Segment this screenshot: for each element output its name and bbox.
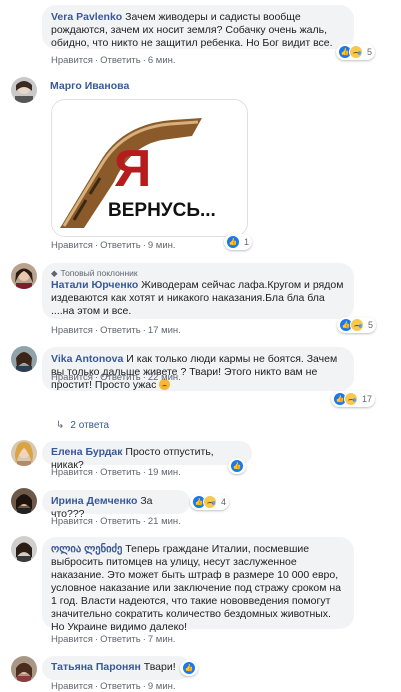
like-reaction-icon: 👍: [226, 235, 240, 249]
reply-link[interactable]: Ответить: [100, 634, 141, 645]
sad-reaction-icon: [350, 318, 364, 332]
reaction-summary[interactable]: 👍: [180, 660, 198, 676]
image-letter: Я: [114, 140, 151, 198]
comment-time[interactable]: 6 мин.: [148, 55, 176, 66]
comment-actions: Нравится · Ответить · 21 мин.: [51, 516, 181, 527]
sad-reaction-icon: [344, 392, 358, 406]
like-link[interactable]: Нравится: [51, 325, 93, 336]
comment-author[interactable]: Марго Иванова: [50, 80, 129, 92]
comment-time[interactable]: 22 мин.: [148, 372, 181, 383]
comment-author[interactable]: Елена Бурдак: [51, 446, 123, 458]
reaction-summary[interactable]: 👍 5: [336, 44, 376, 60]
reaction-summary[interactable]: 👍 4: [190, 494, 230, 510]
comment-bubble: Vera Pavlenko Зачем живодеры и садисты в…: [42, 5, 354, 49]
reaction-count: 17: [362, 394, 373, 404]
comment-bubble: Ирина Демченко За что???: [42, 490, 190, 520]
comment-time[interactable]: 9 мин.: [148, 240, 176, 251]
reaction-summary[interactable]: 👍 17: [331, 391, 376, 407]
avatar[interactable]: [11, 536, 37, 562]
image-caption: ВЕРНУСЬ...: [108, 200, 216, 221]
comment-author-wrap: Марго Иванова: [42, 78, 152, 100]
like-reaction-icon: 👍: [182, 661, 196, 675]
comment-text-line2: Но Украине видимо далеко!: [51, 621, 188, 633]
reaction-summary[interactable]: 👍: [228, 458, 246, 474]
like-link[interactable]: Нравится: [51, 634, 93, 645]
like-link[interactable]: Нравится: [51, 240, 93, 251]
comment-author[interactable]: Татьяна Паронян: [51, 661, 141, 673]
reply-arrow-icon: ↳: [56, 420, 65, 431]
comment-bubble: ოლია ლენიძე Теперь граждане Италии, посм…: [42, 537, 354, 633]
comment-time[interactable]: 19 мин.: [148, 467, 181, 478]
avatar[interactable]: [11, 656, 37, 682]
comment-bubble: Елена Бурдак Просто отпустить, никак?: [42, 441, 252, 471]
sad-reaction-icon: [349, 45, 363, 59]
reaction-summary[interactable]: 👍 1: [224, 234, 253, 250]
comment-time[interactable]: 21 мин.: [148, 516, 181, 527]
comment-author[interactable]: ოლია ლენიძე: [51, 543, 122, 555]
comment-text: Твари!: [143, 661, 176, 673]
like-reaction-icon: 👍: [230, 459, 244, 473]
avatar[interactable]: [11, 488, 37, 514]
comment-bubble: Татьяна Паронян Твари!: [42, 656, 190, 680]
comment-author[interactable]: Vika Antonova: [51, 353, 123, 365]
reaction-summary[interactable]: 👍 5: [337, 317, 377, 333]
like-link[interactable]: Нравится: [51, 372, 93, 383]
comment-time[interactable]: 9 мин.: [148, 681, 176, 692]
comment-actions: Нравится · Ответить · 19 мин.: [51, 467, 181, 478]
comment-bubble: ◆ Топовый поклонник Натали Юрченко Живоде…: [42, 263, 354, 319]
reply-link[interactable]: Ответить: [100, 325, 141, 336]
reply-link[interactable]: Ответить: [100, 55, 141, 66]
like-link[interactable]: Нравится: [51, 55, 93, 66]
comment-actions: Нравится · Ответить · 6 мин.: [51, 55, 176, 66]
comment-time[interactable]: 17 мин.: [148, 325, 181, 336]
reaction-count: 1: [244, 237, 250, 247]
comment-author[interactable]: Ирина Демченко: [51, 495, 137, 507]
like-link[interactable]: Нравится: [51, 681, 93, 692]
like-link[interactable]: Нравится: [51, 516, 93, 527]
comment-actions: Нравится · Ответить · 7 мин.: [51, 634, 176, 645]
comment-image[interactable]: Я ВЕРНУСЬ...: [51, 99, 248, 237]
sad-reaction-icon: [203, 495, 217, 509]
comment-time[interactable]: 7 мин.: [148, 634, 176, 645]
comment-actions: Нравится · Ответить · 22 мин.: [51, 372, 181, 383]
comment-actions: Нравится · Ответить · 9 мин.: [51, 240, 176, 251]
badge-label: Топовый поклонник: [60, 268, 138, 278]
avatar[interactable]: [11, 77, 37, 103]
comment-actions: Нравится · Ответить · 9 мин.: [51, 681, 176, 692]
reply-link[interactable]: Ответить: [100, 467, 141, 478]
reaction-count: 4: [221, 497, 227, 507]
reaction-count: 5: [367, 47, 373, 57]
reply-link[interactable]: Ответить: [100, 372, 141, 383]
avatar[interactable]: [11, 346, 37, 372]
comment-author[interactable]: Натали Юрченко: [51, 279, 138, 291]
comment-author[interactable]: Vera Pavlenko: [51, 11, 122, 23]
reply-link[interactable]: Ответить: [100, 240, 141, 251]
avatar[interactable]: [11, 263, 37, 289]
diamond-icon: ◆: [51, 268, 58, 278]
avatar[interactable]: [11, 440, 37, 466]
like-link[interactable]: Нравится: [51, 467, 93, 478]
reply-link[interactable]: Ответить: [100, 681, 141, 692]
reply-link[interactable]: Ответить: [100, 516, 141, 527]
comment-actions: Нравится · Ответить · 17 мин.: [51, 325, 181, 336]
comment-bubble: Vika Antonova И как только люди кармы не…: [42, 347, 354, 391]
replies-count: 2 ответа: [70, 420, 110, 431]
reaction-count: 5: [368, 320, 374, 330]
view-replies-link[interactable]: ↳ 2 ответа: [56, 420, 109, 431]
top-fan-badge: ◆ Топовый поклонник: [51, 267, 345, 279]
